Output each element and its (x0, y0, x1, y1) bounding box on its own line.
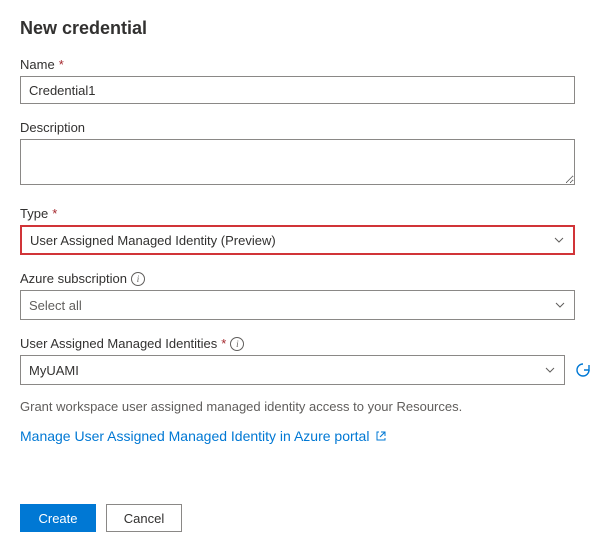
info-icon: i (131, 272, 145, 286)
name-input[interactable] (20, 76, 575, 104)
manage-uami-link[interactable]: Manage User Assigned Managed Identity in… (20, 428, 387, 444)
external-link-icon (375, 430, 387, 442)
uami-label: User Assigned Managed Identities * i (20, 336, 585, 351)
subscription-label: Azure subscription i (20, 271, 585, 286)
chevron-down-icon (554, 299, 566, 311)
description-label: Description (20, 120, 585, 135)
uami-select[interactable]: MyUAMI (20, 355, 565, 385)
type-label: Type * (20, 206, 585, 221)
description-input[interactable] (20, 139, 575, 185)
cancel-button[interactable]: Cancel (106, 504, 182, 532)
name-label: Name * (20, 57, 585, 72)
helper-text: Grant workspace user assigned managed id… (20, 399, 585, 414)
page-title: New credential (20, 18, 585, 39)
chevron-down-icon (544, 364, 556, 376)
create-button[interactable]: Create (20, 504, 96, 532)
refresh-button[interactable] (573, 360, 593, 380)
subscription-select[interactable]: Select all (20, 290, 575, 320)
chevron-down-icon (553, 234, 565, 246)
type-select[interactable]: User Assigned Managed Identity (Preview) (20, 225, 575, 255)
info-icon: i (230, 337, 244, 351)
